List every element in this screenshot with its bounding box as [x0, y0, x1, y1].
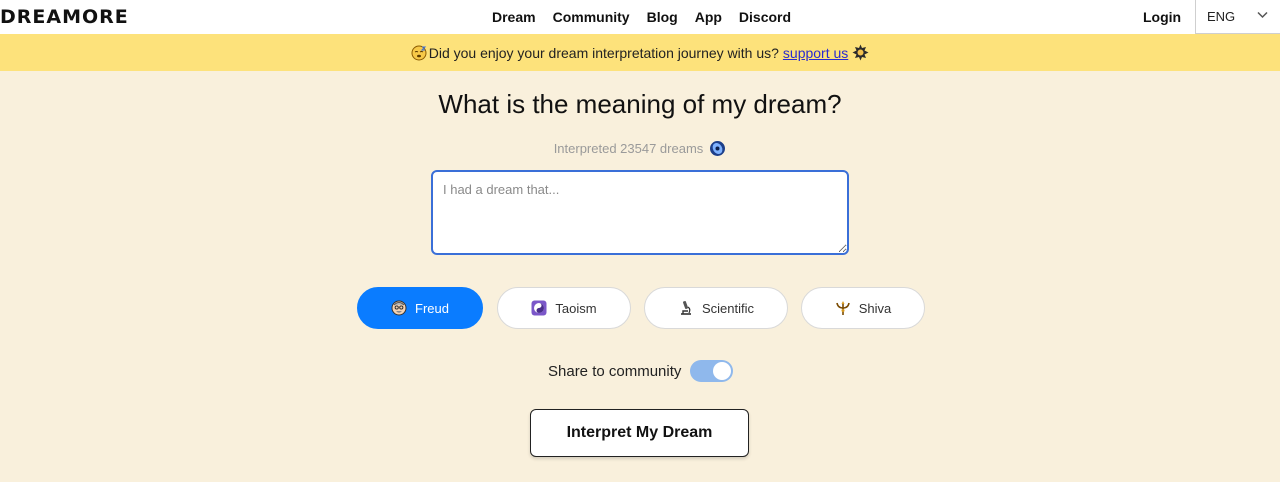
mode-label: Taoism [555, 300, 597, 316]
dreaming-face-emoji [411, 45, 427, 61]
support-banner: Did you enjoy your dream interpretation … [0, 34, 1280, 71]
nav-community[interactable]: Community [553, 9, 630, 25]
share-toggle[interactable] [690, 360, 734, 382]
nav-app[interactable]: App [695, 9, 722, 25]
yin-yang-icon [531, 300, 547, 316]
mode-shiva[interactable]: Shiva [801, 287, 925, 329]
interpreted-counter: Interpreted 23547 dreams [0, 140, 1280, 157]
trident-icon [835, 301, 850, 315]
crystal-eye-icon [710, 141, 726, 156]
counter-text: Interpreted 23547 dreams [553, 141, 704, 156]
chevron-down-icon [1257, 11, 1268, 19]
language-select[interactable]: ENG [1195, 0, 1280, 34]
toggle-knob [713, 362, 732, 380]
share-label: Share to community [548, 362, 682, 380]
mode-taoism[interactable]: Taoism [497, 287, 631, 329]
nav-discord[interactable]: Discord [739, 9, 791, 25]
freud-face-icon [391, 300, 407, 316]
interpret-button[interactable]: Interpret My Dream [530, 409, 749, 457]
mode-label: Scientific [701, 300, 755, 316]
mode-scientific[interactable]: Scientific [644, 287, 788, 329]
mode-freud[interactable]: Freud [357, 287, 483, 329]
share-option: Share to community [548, 360, 734, 382]
support-us-link[interactable]: support us [783, 45, 848, 61]
banner-text: Did you enjoy your dream interpretation … [428, 44, 779, 61]
login-link[interactable]: Login [1143, 9, 1181, 25]
page-title: What is the meaning of my dream? [438, 89, 842, 119]
main-nav: Dream Community Blog App Discord [492, 9, 791, 25]
top-navbar: DREAMORE Dream Community Blog App Discor… [0, 0, 1280, 34]
brand-logo[interactable]: DREAMORE [0, 6, 129, 28]
language-value: ENG [1207, 9, 1236, 24]
nav-dream[interactable]: Dream [492, 9, 536, 25]
mode-label: Freud [415, 300, 449, 316]
nav-blog[interactable]: Blog [647, 9, 678, 25]
gem-star-emoji [852, 44, 869, 61]
microscope-icon [680, 301, 691, 315]
mode-label: Shiva [858, 300, 892, 316]
dream-textarea[interactable] [431, 170, 849, 255]
